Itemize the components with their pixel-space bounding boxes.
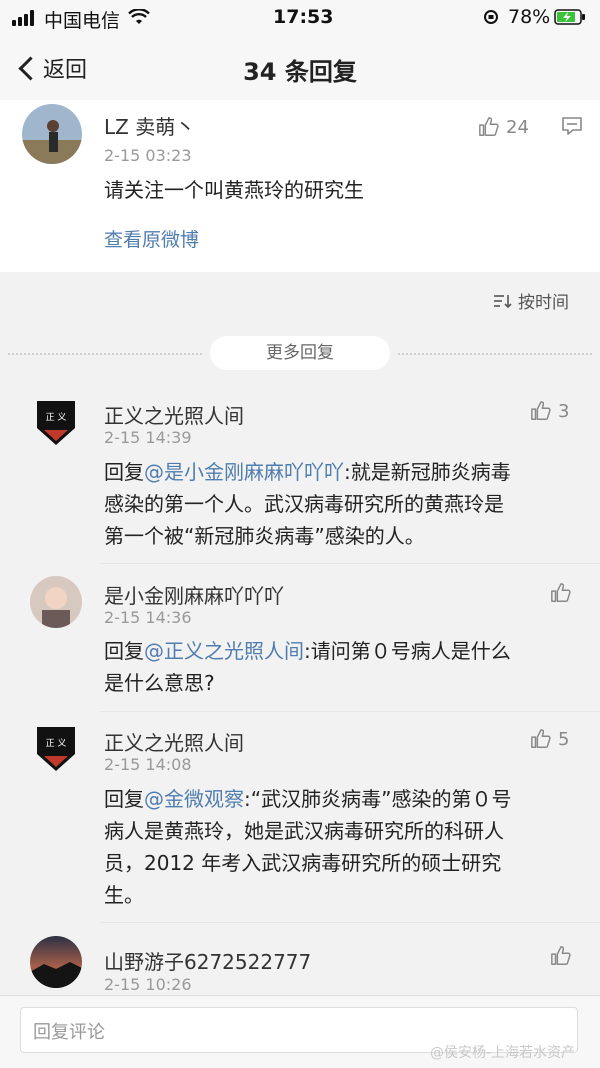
comment-like-button[interactable] [550,945,578,967]
clock: 17:53 [273,6,334,28]
reply-prefix: 回复 [104,460,144,484]
comment-like-button[interactable] [550,582,578,604]
divider [8,353,202,355]
comment-time: 2-15 10:26 [104,975,192,994]
post-author[interactable]: LZ 卖萌丶 [104,111,195,140]
comment-line: 是什么意思? [104,671,215,695]
avatar[interactable] [30,936,82,988]
battery-icon [554,9,585,25]
page-title: 34 条回复 [243,58,357,86]
comment-line: :请问第０号病人是什么 [304,639,511,663]
comment-time: 2-15 14:08 [104,755,192,774]
comment-line: 第一个被“新冠肺炎病毒”感染的人。 [104,524,425,548]
carrier-label: 中国电信 [44,10,121,32]
mention-link[interactable]: @正义之光照人间 [144,639,304,663]
more-replies-button[interactable]: 更多回复 [210,336,390,370]
thumbs-up-icon [551,946,571,965]
sort-icon [494,294,512,308]
divider [100,922,600,923]
comment-line: 生。 [104,883,144,907]
comment-line: :“武汉肺炎病毒”感染的第０号 [244,787,512,811]
view-original-link[interactable]: 查看原微博 [104,224,199,256]
thumbs-up-icon [479,117,499,136]
comment-author[interactable]: 山野游子6272522777 [104,946,311,975]
thumbs-up-icon [551,583,571,602]
reply-prefix: 回复 [104,639,144,663]
thumbs-up-icon [531,729,551,748]
thumbs-up-icon [531,401,551,420]
post-like-count: 24 [506,116,529,138]
wifi-icon [128,9,150,24]
avatar[interactable] [30,576,82,628]
comment-line: 感染的第一个人。武汉病毒研究所的黄燕玲是 [104,492,504,516]
signal-icon [12,10,38,26]
avatar[interactable]: 正 义 [36,726,76,776]
comment-like-button[interactable]: 5 [530,728,569,750]
reply-input-placeholder: 回复评论 [33,1022,105,1043]
sort-label: 按时间 [518,293,569,313]
battery-percent: 78% [508,6,551,28]
comment-like-button[interactable]: 3 [530,400,569,422]
mention-link[interactable]: @金微观察 [144,787,244,811]
post-text: 请关注一个叫黄燕玲的研究生 [104,178,364,202]
comment-icon[interactable] [561,116,583,136]
watermark: @侯安杨-上海若水资产 [430,1045,576,1061]
comment-author[interactable]: 正义之光照人间 [104,400,244,429]
comment-like-count: 3 [558,400,570,422]
svg-text:正 义: 正 义 [46,738,67,749]
comment-text: 回复@金微观察:“武汉肺炎病毒”感染的第０号 病人是黄燕玲，她是武汉病毒研究所的… [104,783,584,911]
post-like-button[interactable]: 24 [478,116,529,138]
divider [100,711,600,712]
comment-line: :就是新冠肺炎病毒 [344,460,511,484]
avatar[interactable] [22,104,82,164]
rotation-lock-icon [484,10,498,24]
divider [398,353,592,355]
post-time: 2-15 03:23 [104,146,192,165]
svg-text:正 义: 正 义 [46,412,67,423]
reply-prefix: 回复 [104,787,144,811]
comment-time: 2-15 14:39 [104,428,192,447]
comment-author[interactable]: 正义之光照人间 [104,727,244,756]
comment-time: 2-15 14:36 [104,608,192,627]
sort-by-time-button[interactable]: 按时间 [494,288,569,313]
comment-text: 回复@是小金刚麻麻吖吖吖:就是新冠肺炎病毒 感染的第一个人。武汉病毒研究所的黄燕… [104,456,584,552]
comment-line: 员，2012 年考入武汉病毒研究所的硕士研究 [104,851,502,875]
comment-text: 回复@正义之光照人间:请问第０号病人是什么 是什么意思? [104,635,584,699]
comment-like-count: 5 [558,728,570,750]
status-bar: 中国电信 17:53 78% [0,0,600,34]
mention-link[interactable]: @是小金刚麻麻吖吖吖 [144,460,344,484]
avatar[interactable]: 正 义 [36,400,76,450]
comment-author[interactable]: 是小金刚麻麻吖吖吖 [104,580,284,609]
divider [100,563,600,564]
comment-line: 病人是黄燕玲，她是武汉病毒研究所的科研人 [104,819,504,843]
